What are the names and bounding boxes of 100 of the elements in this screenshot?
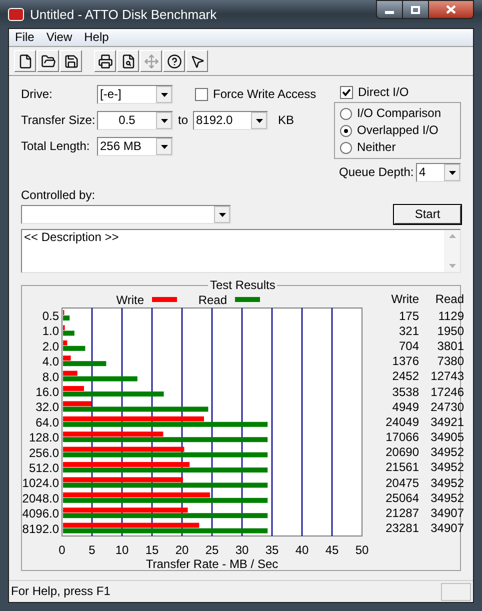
table-cell-text: 1376 (391, 354, 419, 368)
block-size-label: 16.0 (36, 385, 59, 399)
block-size-label: 2.0 (42, 339, 59, 354)
new-document-icon (18, 54, 32, 68)
block-size-label: 64.0 (36, 415, 59, 430)
axis-tick-label: 30 (235, 543, 249, 557)
table-cell-text: 34921 (430, 414, 464, 429)
queue-depth-dropdown[interactable]: 4 (416, 163, 461, 182)
field-label: Drive: (21, 87, 54, 102)
table-cell-text: 3801 (436, 338, 464, 353)
block-size-label: 1024.0 (22, 476, 59, 490)
table-cell-text: 34905 (430, 430, 464, 444)
scroll-down-icon (448, 264, 456, 268)
block-size-label: 8.0 (42, 370, 59, 384)
axis-tick-label: 10 (115, 543, 129, 557)
toolbar-button[interactable] (60, 50, 82, 72)
table-cell-text: 34952 (430, 490, 464, 505)
write-bar (63, 340, 68, 346)
table-cell-text: 17246 (430, 384, 464, 399)
checkbox[interactable] (195, 88, 208, 101)
table-cell-text: 321 (398, 324, 419, 338)
toolbar-button[interactable] (117, 50, 139, 72)
toolbar-button[interactable] (37, 50, 59, 72)
column-header: Write (390, 292, 419, 308)
menu-item[interactable]: View (46, 30, 72, 45)
checkbox[interactable] (340, 86, 353, 99)
field-label: Queue Depth: (338, 165, 414, 180)
table-cell-text: 7380 (436, 354, 464, 368)
column-header: Read (434, 292, 464, 308)
field-label: Total Length: (21, 139, 91, 154)
menu-item[interactable]: Help (84, 30, 109, 45)
checkbox-label: Direct I/O (358, 85, 409, 100)
four-arrows-icon (144, 54, 158, 68)
table-cell-text: 3538 (391, 384, 419, 399)
legend-label: Write (116, 293, 144, 307)
radio-label: Neither (357, 140, 396, 155)
minimize-button[interactable] (376, 0, 403, 19)
radio-label: Overlapped I/O (357, 123, 438, 138)
menu-item[interactable]: File (15, 30, 34, 45)
total-length-dropdown[interactable]: 256 MB (97, 137, 173, 156)
close-button[interactable] (429, 0, 474, 19)
table-cell-text: 34952 (430, 460, 464, 474)
block-size-label: 256.0 (28, 446, 59, 460)
axis-tick-label: 5 (88, 543, 96, 557)
table-cell-text: 2452 (391, 369, 419, 384)
toolbar-button[interactable] (14, 50, 36, 72)
window-title: Untitled - ATTO Disk Benchmark (30, 6, 218, 22)
description-box[interactable]: << Description >> (21, 229, 461, 273)
toolbar-button[interactable] (94, 50, 116, 72)
radio-button[interactable] (340, 108, 352, 120)
folder-icon (40, 54, 56, 68)
block-size-label: 128.0 (28, 430, 59, 445)
table-cell-text: 23281 (384, 521, 419, 536)
read-bar (63, 346, 86, 351)
write-bar (63, 370, 78, 376)
toolbar-button[interactable] (163, 50, 185, 72)
scrollbar[interactable] (444, 230, 460, 272)
axis-tick-label: 45 (325, 543, 339, 557)
table-cell-text: 24049 (384, 414, 419, 429)
block-size-label: 512.0 (28, 461, 59, 475)
help-icon (166, 54, 182, 68)
table-cell-text: 24730 (430, 400, 464, 414)
table-cell-text: 20475 (384, 476, 419, 490)
page-magnifier-icon (120, 54, 136, 68)
scroll-up-icon (448, 234, 456, 238)
radio-button[interactable] (340, 142, 352, 154)
table-cell-text: 34907 (430, 521, 464, 536)
toolbar-button[interactable] (186, 50, 208, 72)
printer-icon (98, 54, 112, 68)
axis-tick-label: 20 (175, 543, 189, 557)
controlled-by-dropdown[interactable] (21, 205, 231, 224)
transfer-size-to-dropdown[interactable]: 8192.0 (193, 111, 268, 130)
transfer-size-from-dropdown[interactable]: 0.5 (97, 111, 173, 130)
table-cell-text: 704 (398, 338, 419, 353)
field-label: Transfer Size: (21, 113, 96, 128)
read-bar (63, 361, 106, 366)
drive-dropdown[interactable]: [-e-] (97, 85, 173, 104)
legend-label: Read (198, 293, 227, 307)
axis-tick-label: 40 (295, 543, 309, 557)
table-cell-text: 175 (398, 308, 419, 323)
close-icon (446, 5, 456, 14)
radio-button[interactable] (340, 124, 352, 136)
table-cell-text: 25064 (384, 490, 419, 505)
maximize-button[interactable] (403, 0, 429, 19)
block-size-label: 32.0 (36, 400, 59, 414)
axis-title: Transfer Rate - MB / Sec (146, 557, 278, 571)
block-size-label: 0.5 (42, 309, 59, 323)
block-size-label: 4096.0 (22, 506, 59, 521)
table-cell-text: 1129 (437, 308, 464, 323)
axis-tick-label: 0 (58, 543, 66, 557)
group-title: Test Results (208, 278, 278, 292)
start-button[interactable]: Start (394, 205, 461, 224)
range-separator: to (178, 113, 188, 128)
table-cell-text: 21561 (384, 460, 419, 474)
axis-tick-label: 15 (145, 543, 159, 557)
pointer-icon (190, 54, 204, 68)
block-size-label: 1.0 (42, 324, 59, 338)
field-label: Controlled by: (21, 188, 96, 203)
radio-label: I/O Comparison (357, 106, 442, 121)
block-size-label: 4.0 (42, 354, 59, 369)
